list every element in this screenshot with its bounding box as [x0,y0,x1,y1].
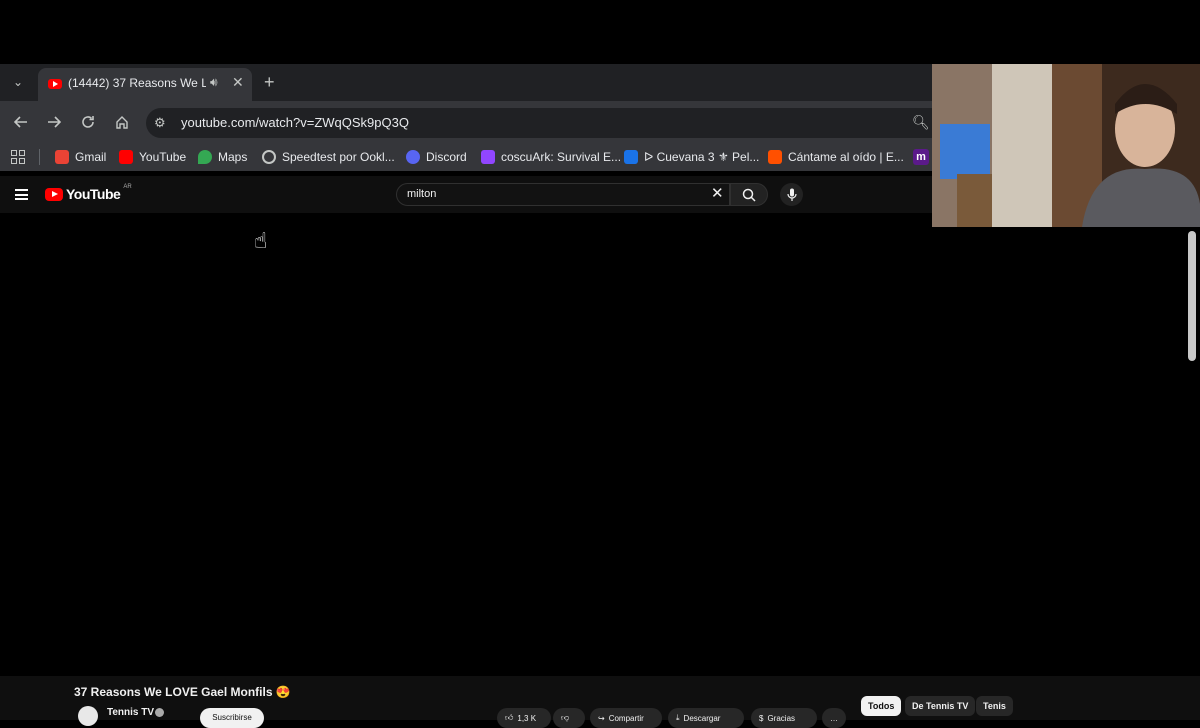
arrow-right-icon [48,116,61,128]
video-title: 37 Reasons We LOVE Gael Monfils 😍 [74,685,291,699]
share-icon: ↪ [598,713,605,723]
webcam-feed [932,64,1200,227]
youtube-favicon-icon [48,79,62,89]
menu-icon[interactable] [15,189,28,200]
address-bar[interactable]: ⚙︎ youtube.com/watch?v=ZWqQSk9pQ3Q [146,108,946,138]
thanks-icon: $ [759,713,764,723]
bookmark-label: coscuArk: Survival E... [501,150,622,164]
bookmark-label: Cántame al oído | E... [788,150,904,164]
bookmark-label: Discord [426,150,467,164]
share-button[interactable]: ↪ Compartir [590,708,662,728]
bookmark-wattpad[interactable]: Cántame al oído | E... [768,148,904,166]
video-player[interactable] [0,213,932,676]
chip-de-tennis-tv[interactable]: De Tennis TV [905,696,976,716]
bookmark-gmail[interactable]: Gmail [55,148,106,166]
tab-search-button[interactable]: ⌄ [8,72,28,92]
maps-icon [198,150,212,164]
twitch-icon [481,150,495,164]
channel-avatar[interactable] [78,706,98,726]
new-tab-button[interactable]: + [264,72,275,92]
site-settings-icon[interactable]: ⚙︎ [154,115,170,131]
reload-icon [82,116,94,128]
home-icon [116,116,128,129]
close-tab-icon[interactable]: ✕ [232,74,244,91]
thumbs-down-icon: 👎︎ [561,713,570,722]
back-button[interactable] [10,111,32,133]
reload-button[interactable] [77,111,99,133]
thumbs-up-icon: 👍︎ [505,713,514,722]
bookmark-discord[interactable]: Discord [406,148,467,166]
like-count: 1,3 K [517,713,537,723]
dislike-button[interactable]: 👎︎ [553,708,585,728]
forward-button[interactable] [43,111,65,133]
search-input[interactable] [405,187,709,201]
bookmarks-divider [39,149,40,165]
youtube-icon [119,150,133,164]
share-label: Compartir [608,713,644,723]
tab-title: (14442) 37 Reasons We LOVE Gael Monfils … [68,76,206,90]
browser-tab[interactable]: (14442) 37 Reasons We LOVE Gael Monfils … [38,68,252,101]
chip-todos[interactable]: Todos [861,696,902,716]
youtube-logo[interactable]: YouTube AR [45,184,132,202]
thanks-label: Gracias [767,713,796,723]
discord-icon [406,150,420,164]
scrollbar-thumb[interactable] [1188,231,1196,361]
bookmark-m-icon[interactable]: m [913,149,929,165]
download-label: Descargar [683,713,721,723]
thanks-button[interactable]: $ Gracias [751,708,817,728]
voice-search-button[interactable] [780,183,803,206]
clear-search-icon[interactable]: ✕ [711,186,724,202]
more-actions-button[interactable]: … [822,708,846,728]
bookmark-cuevana[interactable]: ᐅ Cuevana 3 ⚜ Pel... [624,148,759,166]
bookmark-speedtest[interactable]: Speedtest por Ookl... [262,148,395,166]
hand-cursor-icon: ☝︎ [254,228,268,253]
microphone-icon [786,188,797,201]
speaker-icon[interactable]: 🔊︎ [210,75,218,90]
download-icon: ⤓ [676,713,680,722]
subscribe-button[interactable]: Suscribirse [200,708,264,728]
verified-icon [155,708,164,717]
home-button[interactable] [111,111,133,133]
search-box[interactable] [396,183,730,206]
apps-grid-icon[interactable] [11,150,25,164]
bookmark-label: Maps [218,150,248,164]
gmail-icon [55,150,69,164]
region-code: AR [123,184,132,190]
youtube-wordmark: YouTube [66,186,121,202]
chip-tenis[interactable]: Tenis [976,696,1013,716]
zoom-icon[interactable]: 🔍︎ [912,114,930,131]
channel-name[interactable]: Tennis TV [107,707,154,718]
bookmark-label: Speedtest por Ookl... [282,150,395,164]
cuevana-icon [624,150,638,164]
download-button[interactable]: ⤓ Descargar [668,708,744,728]
address-url: youtube.com/watch?v=ZWqQSk9pQ3Q [181,115,409,130]
bookmark-label: Gmail [75,150,107,164]
bookmark-label: ᐅ Cuevana 3 ⚜ Pel... [644,150,760,164]
more-icon: … [830,713,838,723]
arrow-left-icon [14,116,27,128]
youtube-play-icon [45,187,63,201]
right-sidebar [932,227,1200,720]
speedtest-icon [262,150,276,164]
search-icon [742,188,756,202]
bookmark-twitch[interactable]: coscuArk: Survival E... [481,148,621,166]
bookmark-youtube[interactable]: YouTube [119,148,186,166]
bookmark-maps[interactable]: Maps [198,148,247,166]
webcam-overlay [932,64,1200,227]
search-button[interactable] [730,183,768,206]
bookmark-label: YouTube [139,150,187,164]
like-button[interactable]: 👍︎ 1,3 K [497,708,551,728]
wattpad-icon [768,150,782,164]
